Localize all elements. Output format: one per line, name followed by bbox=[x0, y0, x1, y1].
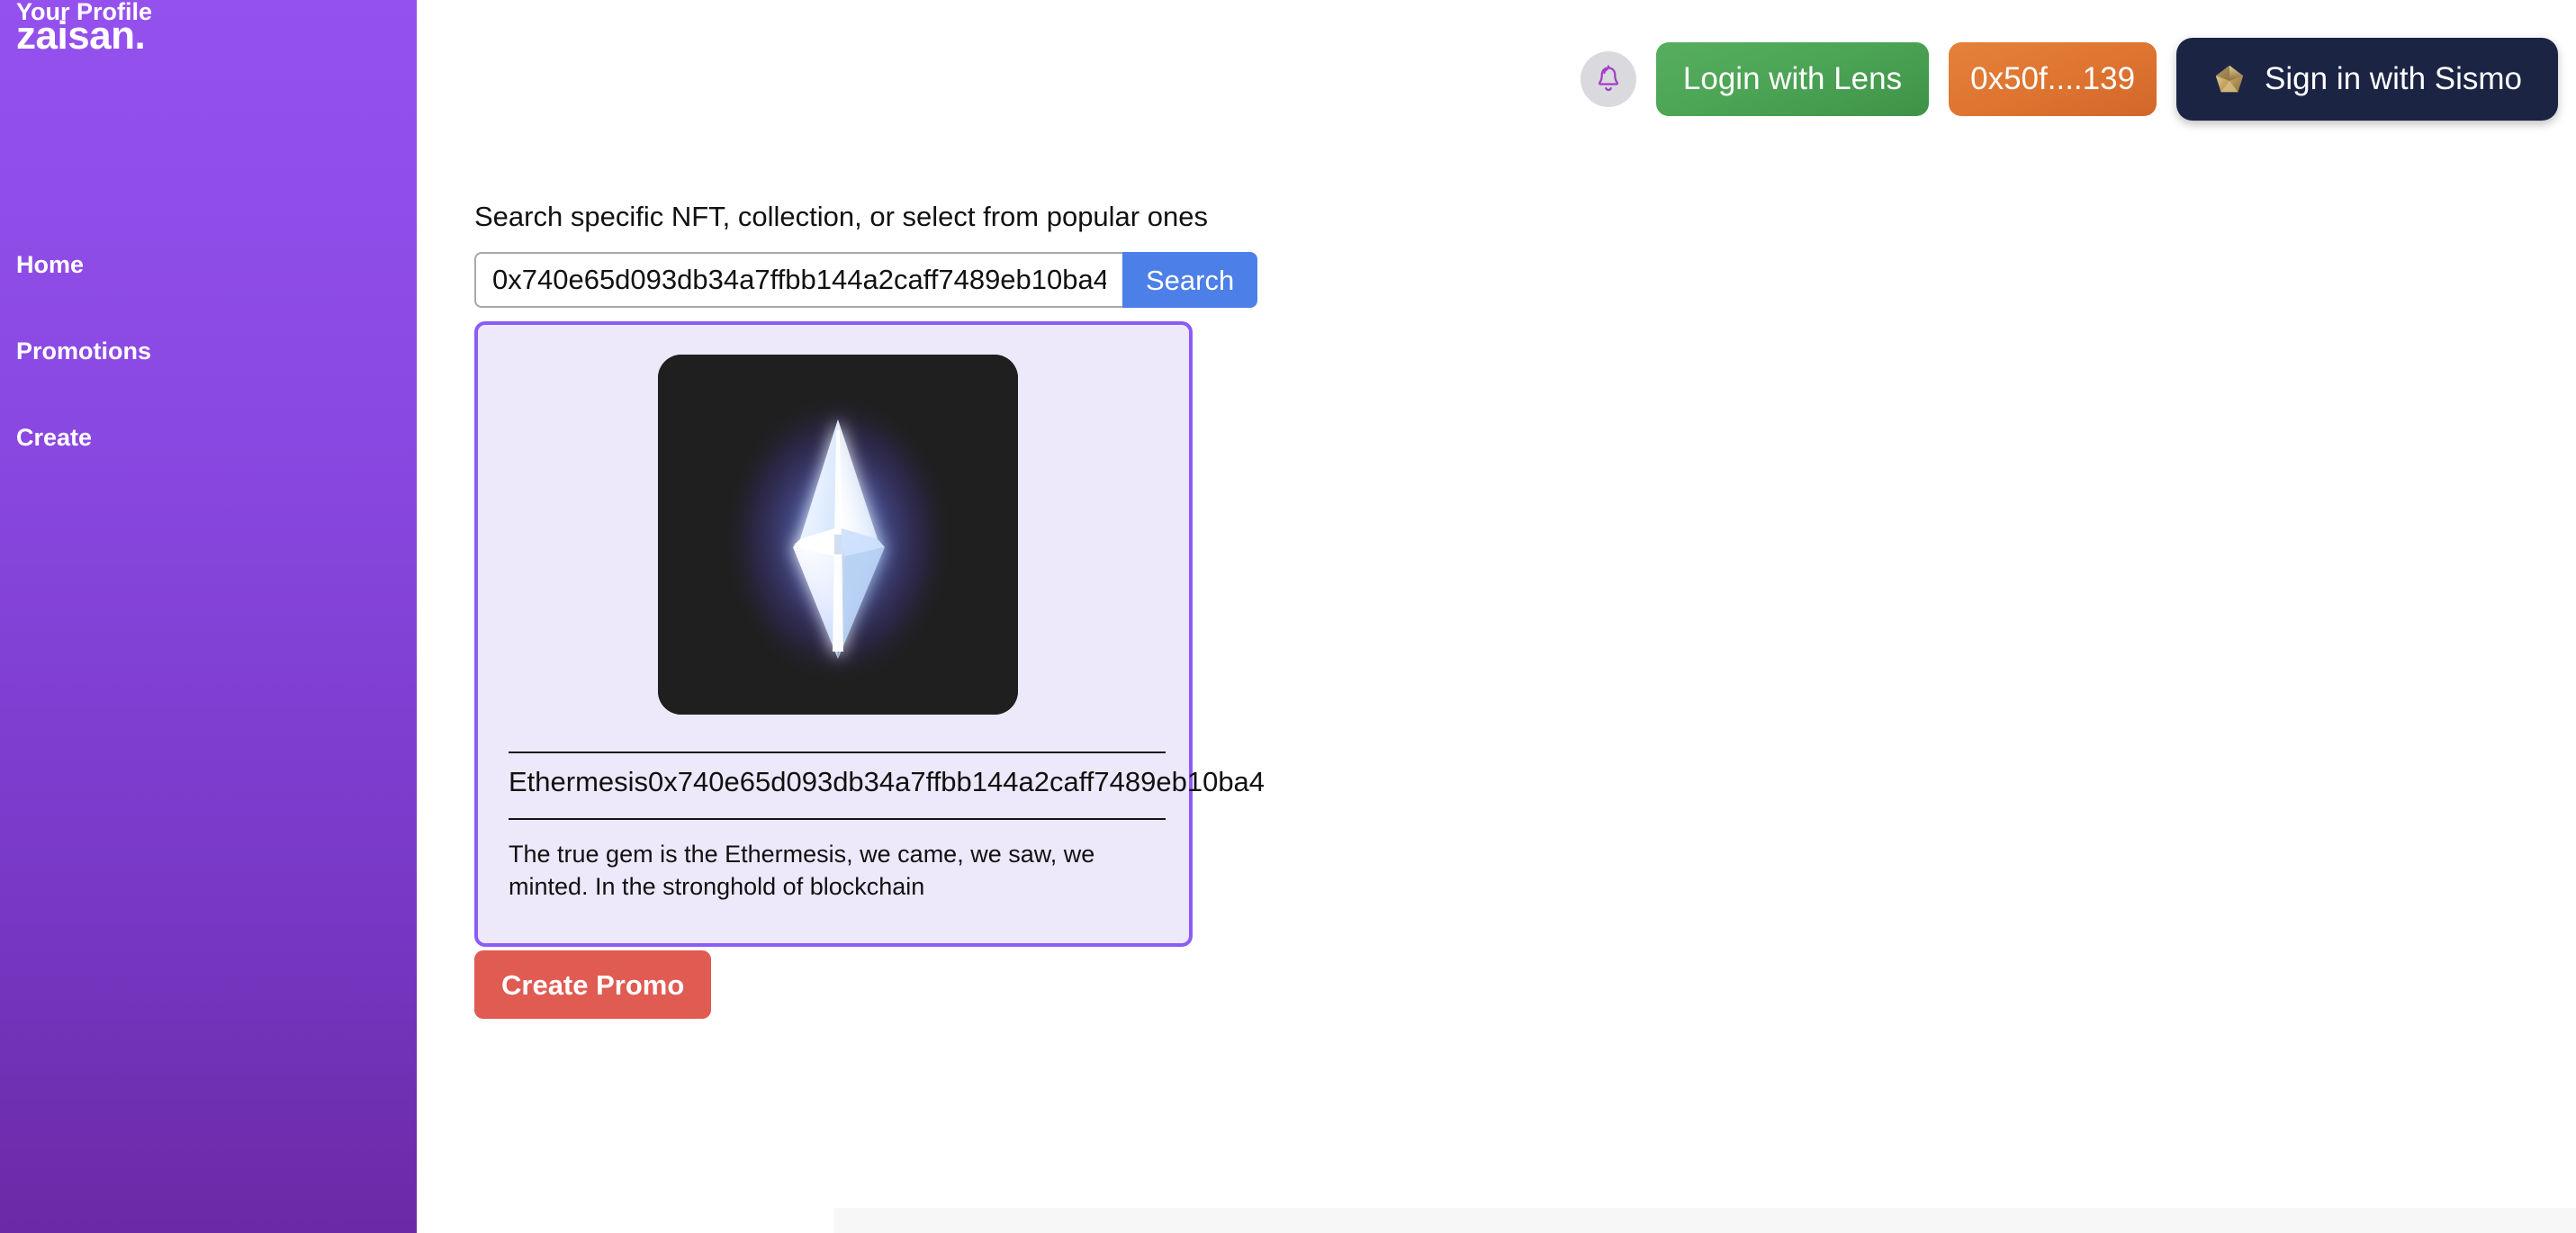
main-content: Search specific NFT, collection, or sele… bbox=[417, 0, 2576, 1233]
sidebar: zaisan. Home Promotions Create Your Prof… bbox=[0, 0, 417, 1233]
sidebar-item-your-profile[interactable]: Your Profile bbox=[16, 0, 152, 24]
sidebar-item-promotions[interactable]: Promotions bbox=[16, 339, 151, 364]
search-input[interactable] bbox=[474, 252, 1122, 308]
search-label: Search specific NFT, collection, or sele… bbox=[474, 201, 1208, 232]
sidebar-item-create[interactable]: Create bbox=[16, 426, 92, 450]
nft-result-card[interactable]: Ethermesis0x740e65d093db34a7ffbb144a2caf… bbox=[474, 321, 1265, 947]
card-divider-top bbox=[509, 752, 1166, 753]
nft-title: Ethermesis0x740e65d093db34a7ffbb144a2caf… bbox=[509, 766, 1265, 797]
nft-thumbnail bbox=[658, 355, 1018, 715]
create-promo-button[interactable]: Create Promo bbox=[474, 950, 712, 1019]
ethermesis-crystal-icon bbox=[658, 355, 1018, 715]
app-root: zaisan. Home Promotions Create Your Prof… bbox=[0, 0, 2576, 1233]
card-divider-bottom bbox=[509, 818, 1166, 820]
sidebar-item-home[interactable]: Home bbox=[16, 253, 84, 277]
search-button[interactable]: Search bbox=[1122, 252, 1258, 308]
nft-description: The true gem is the Ethermesis, we came,… bbox=[509, 841, 1095, 901]
page-bottom-strip bbox=[833, 1208, 2576, 1233]
search-bar: Search bbox=[474, 252, 1258, 308]
